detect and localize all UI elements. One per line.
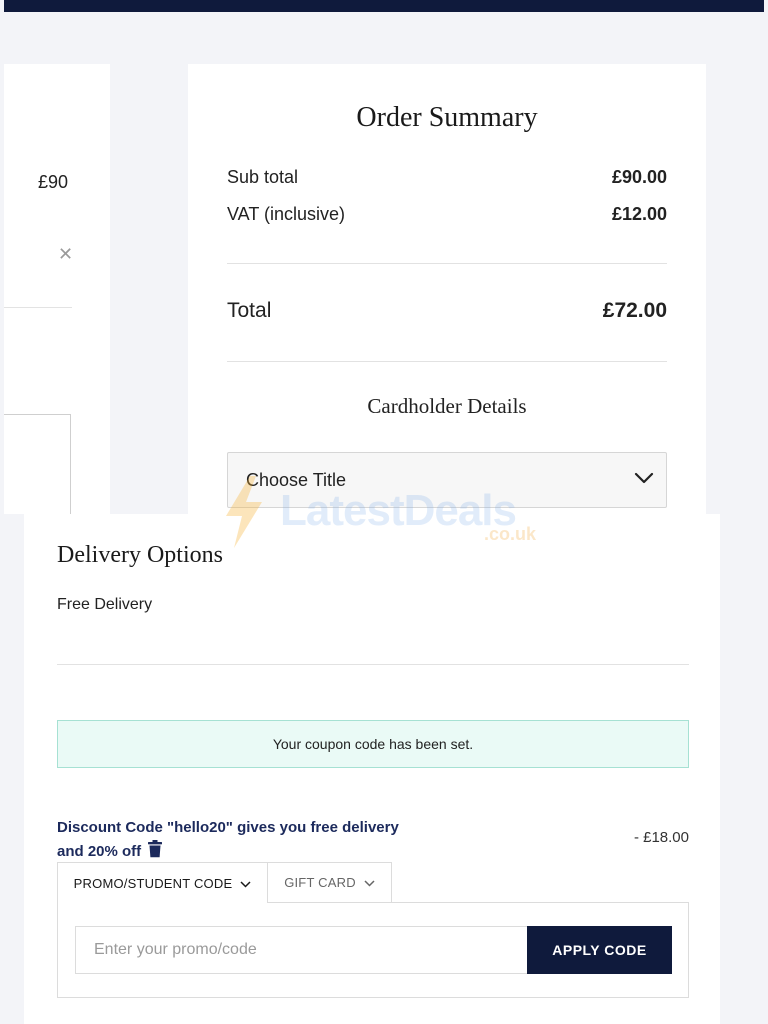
tab-gift-card[interactable]: GIFT CARD (268, 862, 392, 903)
vat-label: VAT (inclusive) (227, 204, 346, 224)
delivery-option-free: Free Delivery (57, 596, 153, 613)
divider (57, 664, 689, 665)
discount-line-1: Discount Code "hello20" gives you free d… (57, 819, 399, 836)
choose-title-value: Choose Title (246, 469, 347, 490)
total-row: Total £72.00 (227, 299, 667, 323)
order-summary-panel: Order Summary Sub total £90.00 VAT (incl… (188, 64, 706, 514)
delivery-panel: Delivery Options Free Delivery Your coup… (24, 514, 720, 1024)
cart-item-box (4, 414, 71, 525)
cardholder-details-title: Cardholder Details (367, 394, 527, 418)
divider (4, 307, 72, 308)
delivery-options-title: Delivery Options (57, 542, 223, 568)
total-value: £72.00 (602, 299, 667, 322)
promo-tabs: PROMO/STUDENT CODE GIFT CARD (57, 862, 392, 903)
subtotal-row: Sub total £90.00 (227, 167, 667, 188)
apply-code-button[interactable]: APPLY CODE (527, 926, 672, 974)
divider (227, 361, 667, 362)
total-label: Total (227, 299, 272, 322)
promo-code-input[interactable] (75, 926, 527, 974)
cart-item-price: £90 (38, 172, 69, 192)
vat-value: £12.00 (611, 204, 667, 224)
coupon-set-banner: Your coupon code has been set. (57, 720, 689, 768)
chevron-down-icon (634, 471, 654, 489)
divider (227, 263, 667, 264)
promo-code-box: APPLY CODE (57, 902, 689, 998)
choose-title-select[interactable]: Choose Title (227, 452, 667, 508)
tab-gift-label: GIFT CARD (284, 875, 356, 890)
chevron-down-icon (240, 876, 251, 891)
close-icon[interactable]: ✕ (58, 244, 73, 265)
subtotal-label: Sub total (227, 167, 299, 187)
discount-amount: - £18.00 (633, 829, 689, 846)
discount-line-2: and 20% off (57, 843, 142, 860)
cart-item-panel: £90 ✕ (4, 64, 110, 525)
top-nav-bar (4, 0, 764, 12)
discount-code-message: Discount Code "hello20" gives you free d… (57, 816, 417, 866)
tab-promo-label: PROMO/STUDENT CODE (73, 875, 233, 891)
vat-row: VAT (inclusive) £12.00 (227, 204, 667, 225)
tab-promo-student-code[interactable]: PROMO/STUDENT CODE (57, 862, 268, 903)
order-summary-title: Order Summary (356, 102, 538, 133)
subtotal-value: £90.00 (611, 167, 667, 187)
chevron-down-icon (364, 875, 375, 890)
